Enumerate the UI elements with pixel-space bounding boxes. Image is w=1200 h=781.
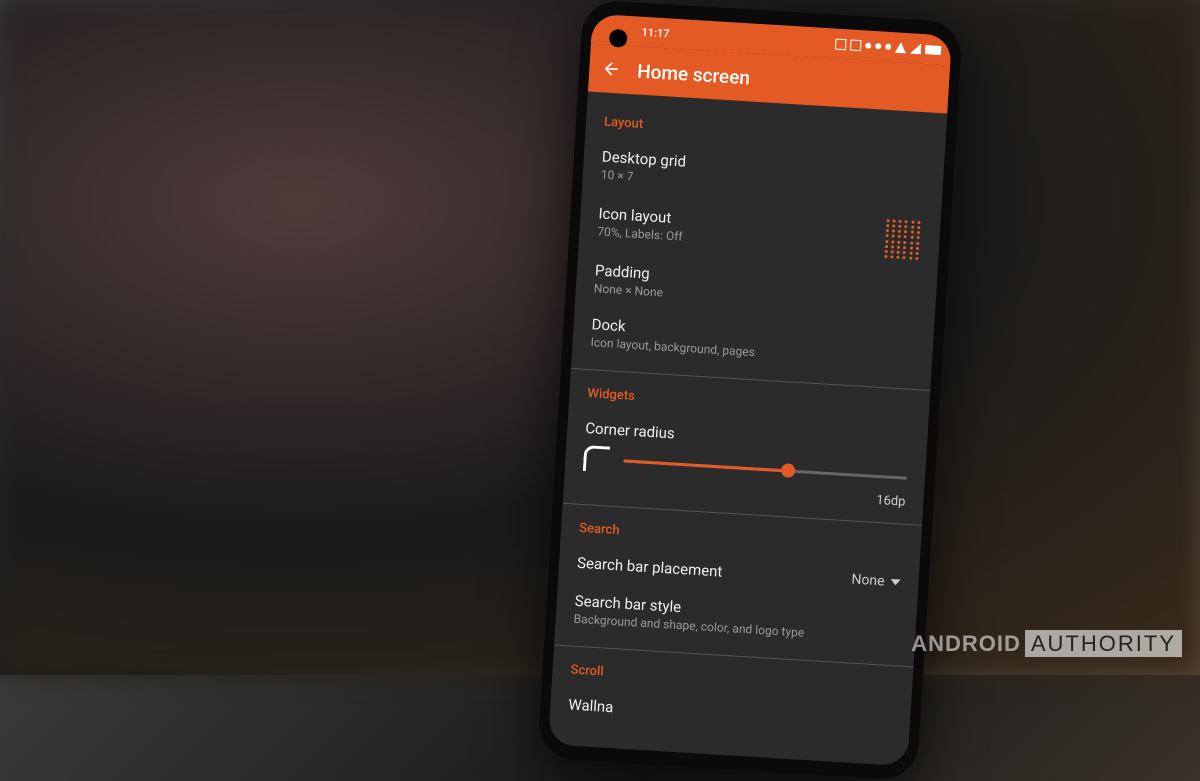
- watermark-brand1: ANDROID: [911, 631, 1021, 656]
- slider-thumb[interactable]: [780, 463, 795, 478]
- signal-icon: [910, 43, 922, 55]
- back-arrow-icon[interactable]: [601, 58, 622, 79]
- corner-preview-icon: [583, 445, 611, 473]
- dropdown-value: None: [851, 572, 885, 590]
- setting-corner-radius[interactable]: Corner radius 16dp: [581, 409, 910, 514]
- page-title: Home screen: [637, 59, 751, 89]
- phone-frame: 11:17 Home screen Layout Desktop grid 10…: [537, 0, 963, 781]
- settings-content[interactable]: Layout Desktop grid 10 × 7 Icon layout 7…: [548, 92, 947, 763]
- corner-radius-slider[interactable]: [623, 459, 907, 479]
- grid-preview-icon: [884, 219, 922, 261]
- phone-screen: 11:17 Home screen Layout Desktop grid 10…: [548, 14, 952, 767]
- status-icon: [850, 39, 862, 51]
- setting-title: Search bar placement: [577, 554, 723, 581]
- wifi-icon: [895, 42, 907, 54]
- watermark: ANDROIDAUTHORITY: [911, 631, 1182, 657]
- battery-icon: [925, 45, 942, 55]
- status-icon: [875, 43, 881, 49]
- watermark-brand2: AUTHORITY: [1025, 630, 1182, 657]
- status-icon: [835, 38, 847, 50]
- chevron-down-icon: [890, 579, 900, 586]
- setting-title: Wallna: [568, 696, 892, 734]
- status-icon: [865, 42, 871, 48]
- status-time: 11:17: [641, 25, 670, 40]
- status-icon: [885, 44, 891, 50]
